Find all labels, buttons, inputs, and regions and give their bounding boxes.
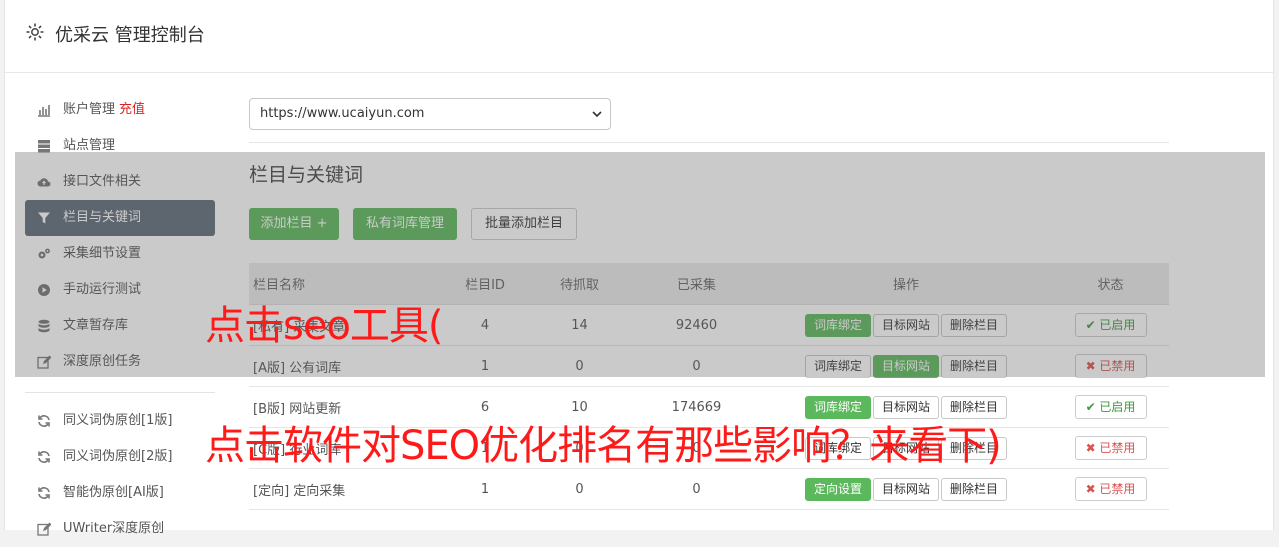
target-site-button[interactable]: 目标网站 (872, 477, 939, 501)
refresh-icon (38, 415, 50, 427)
chevron-down-icon (592, 111, 602, 118)
sidebar-divider (25, 392, 215, 393)
sidebar-item-ai-original[interactable]: 智能伪原创[AI版] (25, 475, 215, 511)
sidebar-item-label: 同义词伪原创[1版] (63, 413, 173, 428)
sidebar-item-account[interactable]: 账户管理 充值 (25, 92, 215, 128)
status-badge[interactable]: ✖ 已禁用 (1074, 436, 1147, 460)
row-pending[interactable]: 0 (526, 468, 633, 510)
row-id: 1 (444, 468, 526, 510)
sidebar-item-label: 同义词伪原创[2版] (63, 449, 173, 464)
gear-icon (26, 23, 44, 41)
recharge-link[interactable]: 充值 (119, 102, 145, 117)
sidebar-item-label: 智能伪原创[AI版] (63, 485, 164, 500)
row-status: ✖ 已禁用 (1052, 427, 1169, 469)
row-name[interactable]: [定向] 定向采集 (249, 468, 444, 510)
sidebar-item-label: 账户管理 (63, 102, 116, 117)
table-row: [定向] 定向采集 1 0 0 定向设置 目标网站 删除栏目 ✖ 已禁用 (249, 468, 1169, 510)
bar-chart-icon (38, 105, 50, 117)
sidebar-item-uwriter[interactable]: UWriter深度原创 (25, 511, 215, 547)
directed-settings-button[interactable]: 定向设置 (804, 477, 871, 501)
site-select-value: https://www.ucaiyun.com (260, 106, 425, 121)
sidebar-item-label: UWriter深度原创 (63, 521, 165, 536)
row-ops: 定向设置 目标网站 删除栏目 (760, 468, 1052, 510)
annotation-text-1: 点击seo工具( (205, 303, 444, 349)
app-header: 优采云 管理控制台 (5, 0, 1273, 73)
row-status: ✖ 已禁用 (1052, 468, 1169, 510)
edit-icon (37, 522, 51, 536)
delete-column-button[interactable]: 删除栏目 (941, 477, 1008, 501)
server-icon (38, 140, 50, 153)
sidebar-item-synonym-v2[interactable]: 同义词伪原创[2版] (25, 439, 215, 475)
app-title: 优采云 管理控制台 (55, 25, 205, 46)
gray-overlay (15, 152, 1265, 377)
sidebar-item-label: 站点管理 (63, 138, 116, 153)
row-status: ✔ 已启用 (1052, 386, 1169, 428)
status-badge[interactable]: ✖ 已禁用 (1074, 477, 1147, 501)
site-select[interactable]: https://www.ucaiyun.com (249, 98, 611, 130)
sidebar-item-synonym-v1[interactable]: 同义词伪原创[1版] (25, 403, 215, 439)
refresh-icon (38, 451, 50, 463)
divider (249, 142, 1169, 143)
refresh-icon (38, 487, 50, 499)
annotation-text-2: 点击软件对SEO优化排名有那些影响？来看下) (205, 423, 1002, 469)
row-collected: 0 (633, 468, 760, 510)
status-badge[interactable]: ✔ 已启用 (1074, 395, 1147, 419)
